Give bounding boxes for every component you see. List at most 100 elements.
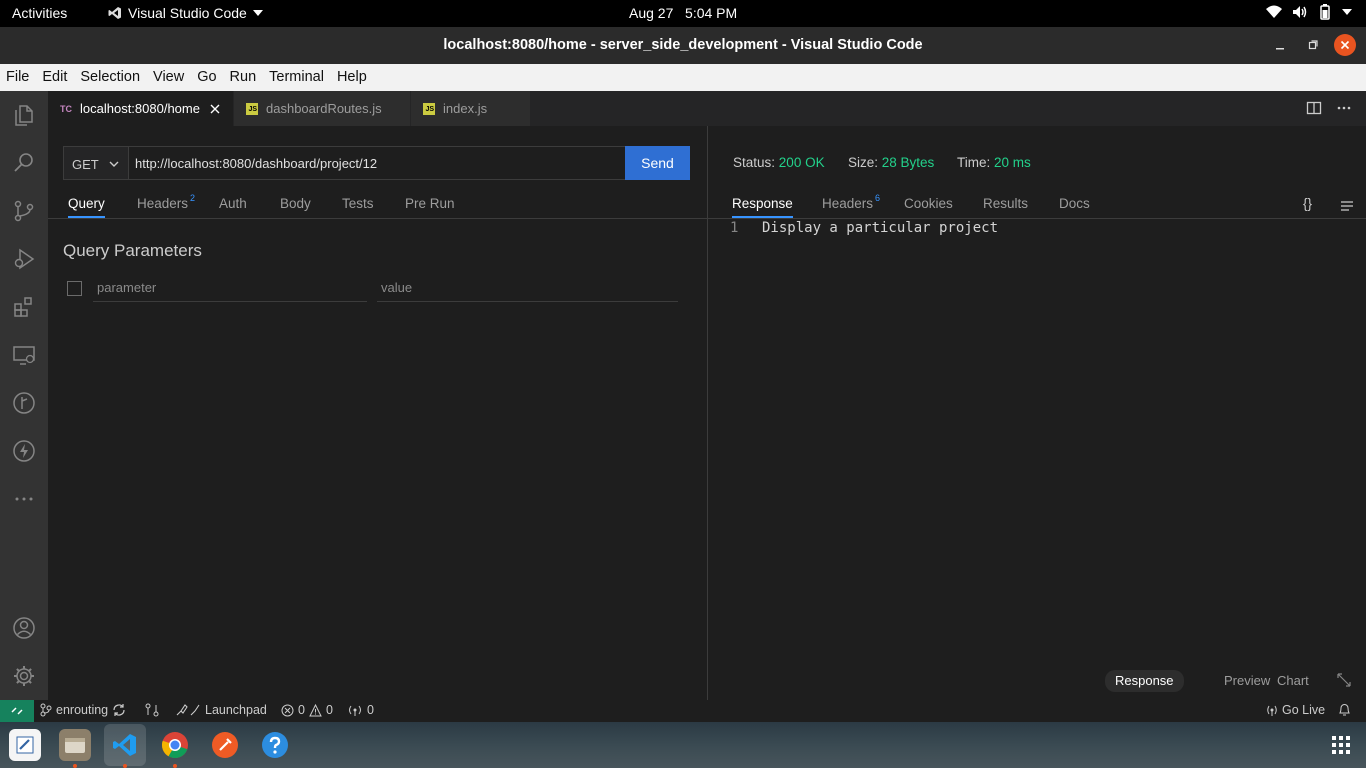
more-actions-icon[interactable] <box>1336 100 1352 116</box>
app-menu[interactable]: Visual Studio Code <box>108 5 263 21</box>
run-debug-button[interactable] <box>0 235 48 283</box>
view-chart-button[interactable]: Chart <box>1267 670 1319 692</box>
launchpad-status[interactable]: Launchpad <box>175 703 267 717</box>
menu-file[interactable]: File <box>0 64 36 91</box>
status-value: 200 OK <box>778 155 825 170</box>
expand-icon[interactable] <box>1336 672 1352 688</box>
line-number: 1 <box>730 220 739 236</box>
git-graph-status[interactable] <box>145 703 159 717</box>
warning-icon <box>309 703 322 716</box>
menu-lines-icon[interactable] <box>1340 200 1354 212</box>
menu-selection[interactable]: Selection <box>74 64 147 91</box>
menu-terminal[interactable]: Terminal <box>263 64 331 91</box>
tab-label: index.js <box>443 101 488 116</box>
more-views-button[interactable] <box>0 475 48 523</box>
search-icon <box>14 153 33 172</box>
launchpad-label: Launchpad <box>205 703 267 717</box>
tab-results[interactable]: Results <box>983 196 1028 211</box>
menu-view[interactable]: View <box>147 64 191 91</box>
tab-query[interactable]: Query <box>68 196 105 218</box>
explorer-button[interactable] <box>0 91 48 139</box>
javascript-file-icon: JS <box>246 102 258 115</box>
extensions-button[interactable] <box>0 283 48 331</box>
tab-thunder-request[interactable]: TC localhost:8080/home <box>48 91 234 126</box>
param-name-input[interactable]: parameter <box>93 276 367 302</box>
activity-bar <box>0 91 48 700</box>
files-icon <box>15 105 33 126</box>
send-button[interactable]: Send <box>625 146 690 180</box>
response-tabs: Response Headers 6 Cookies Results Docs {… <box>708 192 1366 219</box>
request-pane: GET http://localhost:8080/dashboard/proj… <box>48 126 707 700</box>
tab-pre-run[interactable]: Pre Run <box>405 196 455 211</box>
editor-actions <box>1306 100 1352 116</box>
help-dock-item[interactable] <box>259 729 291 761</box>
remote-indicator-button[interactable] <box>0 700 34 722</box>
source-control-icon <box>14 200 34 222</box>
go-live-button[interactable]: Go Live <box>1266 703 1325 717</box>
text-editor-icon <box>16 736 34 754</box>
tab-headers[interactable]: Headers 2 <box>137 193 195 211</box>
view-response-button[interactable]: Response <box>1105 670 1184 692</box>
problems-status[interactable]: 0 0 <box>281 703 333 717</box>
tab-auth[interactable]: Auth <box>219 196 247 211</box>
tab-index-js[interactable]: JS index.js <box>411 91 531 126</box>
accounts-button[interactable] <box>0 604 48 652</box>
size-value: 28 Bytes <box>881 155 935 170</box>
tab-headers-label: Headers <box>137 196 189 211</box>
status-info: Status: 200 OK <box>733 155 825 170</box>
running-indicator <box>123 764 127 768</box>
git-graph-icon <box>13 392 35 414</box>
search-button[interactable] <box>0 139 48 187</box>
tab-cookies[interactable]: Cookies <box>904 196 953 211</box>
tab-tests[interactable]: Tests <box>342 196 374 211</box>
clock[interactable]: Aug 27 5:04 PM <box>629 5 737 21</box>
tab-response-headers[interactable]: Headers 6 <box>822 193 880 211</box>
tab-docs[interactable]: Docs <box>1059 196 1090 211</box>
files-dock-item[interactable] <box>59 729 91 761</box>
param-enable-checkbox[interactable] <box>67 281 82 296</box>
menu-run[interactable]: Run <box>224 64 264 91</box>
maximize-button[interactable] <box>1303 34 1323 56</box>
time-info: Time: 20 ms <box>957 155 1031 170</box>
sync-icon <box>113 704 125 716</box>
time-value: 20 ms <box>994 155 1031 170</box>
vscode-dock-item[interactable] <box>109 729 141 761</box>
param-value-input[interactable]: value <box>377 276 678 302</box>
tab-body[interactable]: Body <box>280 196 311 211</box>
menu-help[interactable]: Help <box>331 64 374 91</box>
minimize-button[interactable] <box>1270 34 1290 56</box>
url-input[interactable]: http://localhost:8080/dashboard/project/… <box>128 146 626 180</box>
split-editor-icon[interactable] <box>1306 100 1322 116</box>
activities-button[interactable]: Activities <box>12 5 67 21</box>
format-json-button[interactable]: {} <box>1303 196 1312 211</box>
more-icon <box>15 497 33 501</box>
postman-icon <box>212 732 238 758</box>
close-window-button[interactable] <box>1334 34 1356 56</box>
system-tray[interactable] <box>1266 4 1352 20</box>
tab-dashboard-routes[interactable]: JS dashboardRoutes.js <box>234 91 411 126</box>
ports-status[interactable]: 0 <box>347 703 374 717</box>
close-icon <box>1340 40 1350 50</box>
time-label: 5:04 PM <box>685 5 738 21</box>
response-body-line[interactable]: Display a particular project <box>762 220 998 236</box>
manage-button[interactable] <box>0 652 48 700</box>
minimize-icon <box>1276 48 1284 50</box>
method-select[interactable]: GET <box>63 146 129 180</box>
tab-response[interactable]: Response <box>732 196 793 218</box>
branch-indicator[interactable]: enrouting <box>40 703 126 717</box>
tab-headers-label: Headers <box>822 196 874 211</box>
menu-go[interactable]: Go <box>191 64 223 91</box>
postman-dock-item[interactable] <box>209 729 241 761</box>
show-applications-button[interactable] <box>1325 729 1357 761</box>
thunder-client-button[interactable] <box>0 427 48 475</box>
remote-explorer-button[interactable] <box>0 331 48 379</box>
close-icon[interactable] <box>210 104 220 114</box>
source-control-button[interactable] <box>0 187 48 235</box>
chrome-dock-item[interactable] <box>159 729 191 761</box>
menu-edit[interactable]: Edit <box>36 64 74 91</box>
git-graph-button[interactable] <box>0 379 48 427</box>
text-editor-dock-item[interactable] <box>9 729 41 761</box>
notifications-button[interactable] <box>1338 703 1351 717</box>
chevron-down-icon <box>1342 9 1352 15</box>
time-label: Time: <box>957 155 991 170</box>
